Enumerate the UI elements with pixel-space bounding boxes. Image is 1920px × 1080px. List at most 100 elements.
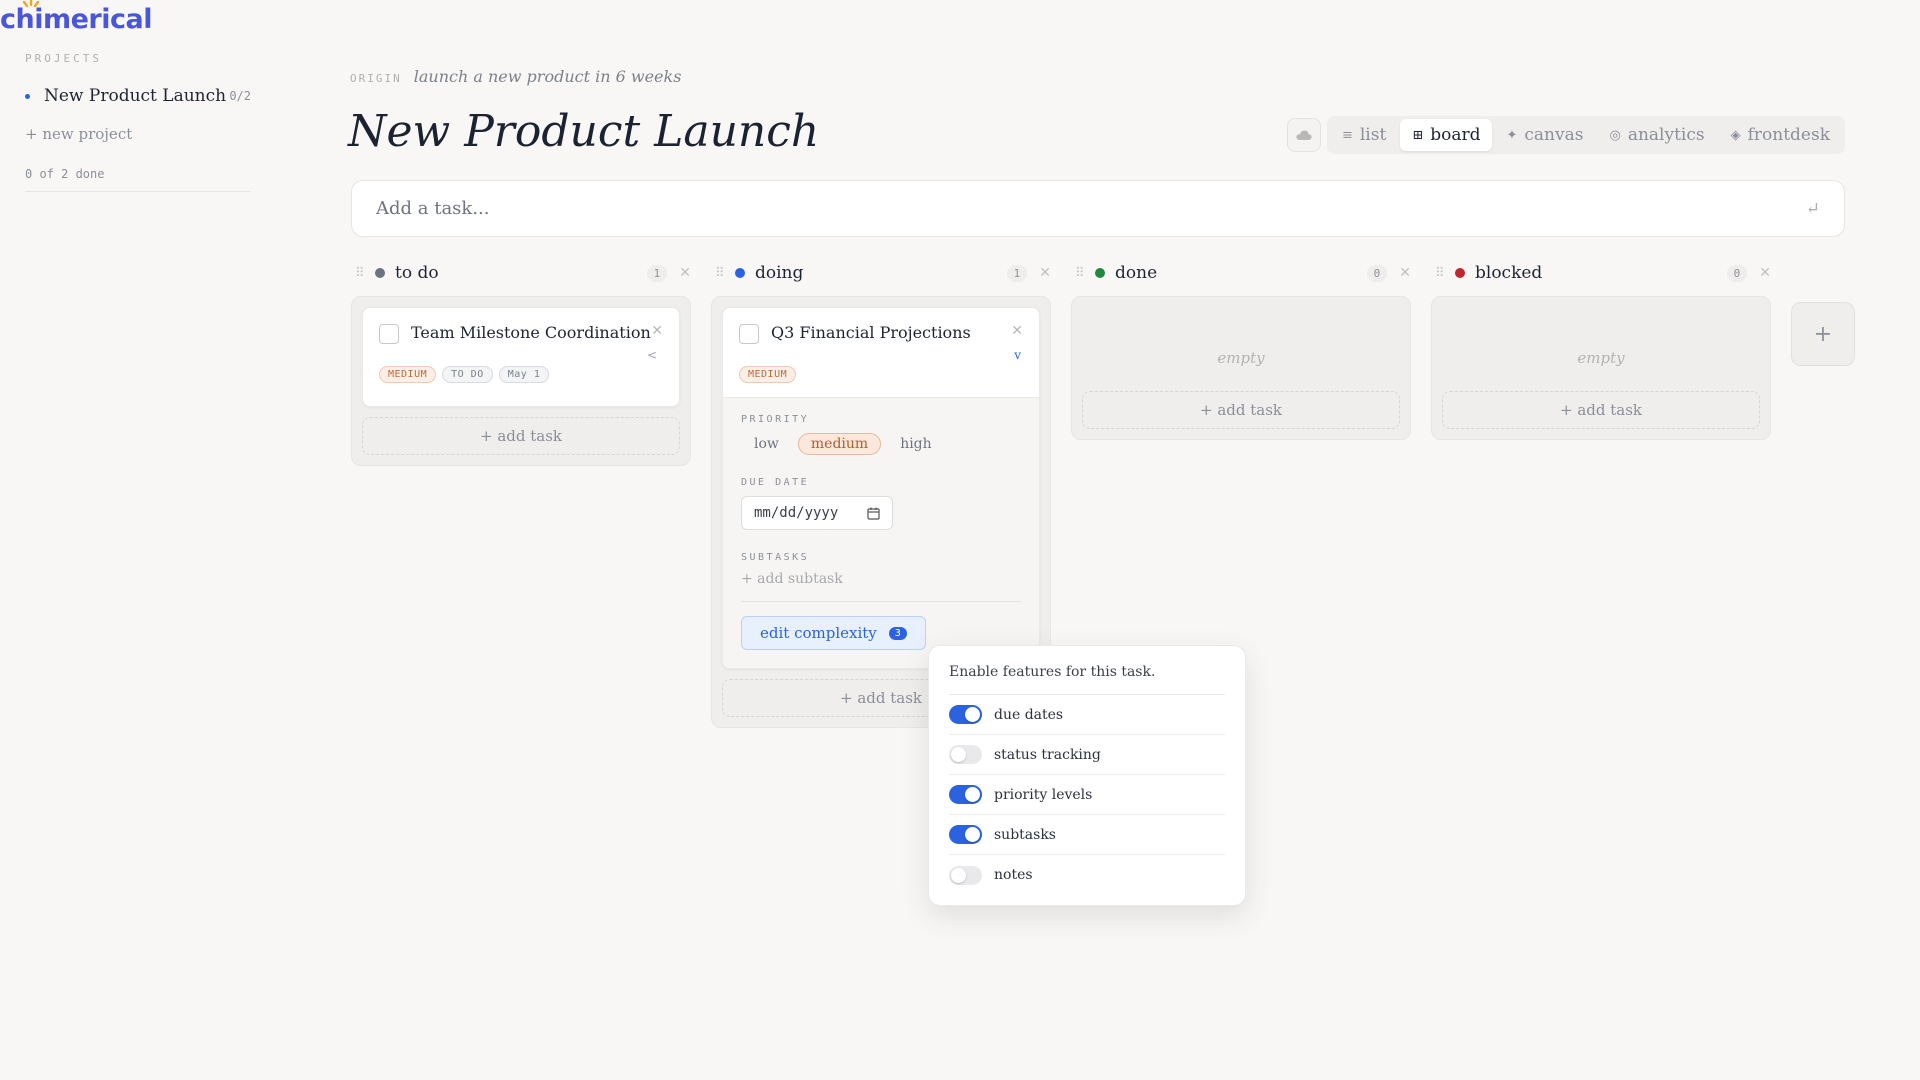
- feature-label: due dates: [994, 706, 1064, 723]
- feature-row-due-dates[interactable]: due dates: [949, 695, 1225, 735]
- origin-label: ORIGIN: [350, 72, 402, 85]
- feature-popover: Enable features for this task. due dates…: [928, 645, 1246, 906]
- status-dot-icon: [1455, 268, 1465, 278]
- collapse-toggle-icon[interactable]: <: [363, 344, 679, 366]
- view-switcher: ≡ list ⊞ board ✦ canvas ◎ analytics ◈ fr…: [1286, 116, 1845, 154]
- subtasks-label: SUBTASKS: [741, 552, 810, 563]
- column-count: 1: [1006, 264, 1028, 282]
- divider: [741, 601, 1021, 602]
- priority-selector: low medium high: [741, 433, 1021, 455]
- add-column-button[interactable]: +: [1791, 302, 1855, 366]
- priority-medium[interactable]: medium: [797, 433, 882, 455]
- edit-complexity-button[interactable]: edit complexity 3: [741, 616, 926, 650]
- close-icon[interactable]: ✕: [1759, 265, 1771, 281]
- tab-list[interactable]: ≡ list: [1330, 119, 1398, 151]
- tab-board[interactable]: ⊞ board: [1400, 119, 1493, 151]
- view-tabs: ≡ list ⊞ board ✦ canvas ◎ analytics ◈ fr…: [1326, 116, 1845, 154]
- cloud-sync-button[interactable]: [1286, 118, 1321, 152]
- origin: ORIGIN launch a new product in 6 weeks: [350, 67, 681, 86]
- feature-label: status tracking: [994, 746, 1101, 763]
- page-title: New Product Launch: [348, 106, 820, 157]
- sun-icon: [22, 0, 40, 8]
- task-card-expanded[interactable]: Q3 Financial Projections ✕ v MEDIUM PRIO…: [722, 307, 1040, 669]
- priority-tag: MEDIUM: [739, 366, 797, 383]
- projects-heading: PROJECTS: [25, 52, 102, 65]
- project-name: New Product Launch: [44, 86, 227, 106]
- drag-handle-icon[interactable]: ⠿: [715, 266, 735, 281]
- feature-toggle[interactable]: [949, 705, 982, 724]
- task-title: Team Milestone Coordination: [411, 323, 651, 342]
- close-icon[interactable]: ✕: [1039, 265, 1051, 281]
- feature-row-notes[interactable]: notes: [949, 855, 1225, 895]
- due-date-tag: May 1: [498, 366, 550, 383]
- column-header-doing: ⠿ doing 1 ✕: [715, 260, 1051, 286]
- delete-task-icon[interactable]: ✕: [651, 322, 663, 340]
- sidebar: PROJECTS New Product Launch 0/2 + new pr…: [25, 52, 251, 192]
- feature-toggle[interactable]: [949, 785, 982, 804]
- date-placeholder: mm/dd/yyyy: [754, 505, 839, 521]
- due-date-label: DUE DATE: [741, 477, 810, 488]
- tab-label: canvas: [1524, 125, 1584, 145]
- feature-row-status-tracking[interactable]: status tracking: [949, 735, 1225, 775]
- feature-row-priority-levels[interactable]: priority levels: [949, 775, 1225, 815]
- priority-low[interactable]: low: [741, 433, 792, 455]
- column-header-todo: ⠿ to do 1 ✕: [355, 260, 691, 286]
- delete-task-icon[interactable]: ✕: [1011, 322, 1023, 340]
- column-count: 1: [646, 264, 668, 282]
- add-subtask-button[interactable]: + add subtask: [741, 571, 1021, 587]
- origin-text: launch a new product in 6 weeks: [413, 67, 682, 86]
- feature-toggle[interactable]: [949, 745, 982, 764]
- cloud-icon: [1296, 130, 1312, 140]
- tab-label: analytics: [1627, 125, 1705, 145]
- priority-label: PRIORITY: [741, 414, 810, 425]
- close-icon[interactable]: ✕: [679, 265, 691, 281]
- priority-high[interactable]: high: [887, 433, 944, 455]
- enter-icon[interactable]: ↵: [1806, 199, 1820, 219]
- add-task-input[interactable]: [376, 198, 1806, 219]
- drag-handle-icon[interactable]: ⠿: [355, 266, 375, 281]
- sidebar-item-project[interactable]: New Product Launch 0/2: [25, 84, 251, 108]
- feature-label: subtasks: [994, 826, 1056, 843]
- add-task-button[interactable]: + add task: [1082, 391, 1400, 429]
- status-dot-icon: [735, 268, 745, 278]
- complexity-label: edit complexity: [760, 624, 877, 642]
- feature-toggle[interactable]: [949, 825, 982, 844]
- feature-toggle[interactable]: [949, 865, 982, 885]
- status-tag: TO DO: [442, 366, 493, 383]
- task-details: PRIORITY low medium high DUE DATE mm/dd/…: [723, 397, 1039, 668]
- column-header-blocked: ⠿ blocked 0 ✕: [1435, 260, 1771, 286]
- close-icon[interactable]: ✕: [1399, 265, 1411, 281]
- priority-tag: MEDIUM: [379, 366, 437, 383]
- add-task-button[interactable]: + add task: [362, 417, 680, 455]
- column-title: done: [1115, 263, 1158, 283]
- tab-label: board: [1430, 125, 1481, 145]
- tab-analytics[interactable]: ◎ analytics: [1597, 119, 1716, 151]
- column-title: to do: [395, 263, 439, 283]
- feature-label: priority levels: [994, 786, 1093, 803]
- tab-label: list: [1359, 125, 1387, 145]
- column-header-done: ⠿ done 0 ✕: [1075, 260, 1411, 286]
- drag-handle-icon[interactable]: ⠿: [1075, 266, 1095, 281]
- calendar-icon[interactable]: [867, 507, 880, 520]
- task-checkbox[interactable]: [379, 324, 399, 344]
- column-done: empty + add task: [1071, 296, 1411, 440]
- list-icon: ≡: [1341, 127, 1353, 143]
- column-blocked: empty + add task: [1431, 296, 1771, 440]
- new-project-button[interactable]: + new project: [25, 125, 251, 143]
- empty-label: empty: [1577, 349, 1625, 367]
- expand-toggle-icon[interactable]: v: [723, 344, 1039, 366]
- app-logo[interactable]: chimerical: [0, 0, 152, 40]
- status-dot-icon: [1095, 268, 1105, 278]
- active-dot-icon: [25, 93, 30, 99]
- tab-canvas[interactable]: ✦ canvas: [1494, 119, 1595, 151]
- task-card[interactable]: Team Milestone Coordination ✕ < MEDIUM T…: [362, 307, 680, 407]
- column-todo: Team Milestone Coordination ✕ < MEDIUM T…: [351, 296, 691, 466]
- add-task-bar: ↵: [351, 180, 1845, 237]
- task-checkbox[interactable]: [739, 324, 759, 344]
- feature-row-subtasks[interactable]: subtasks: [949, 815, 1225, 855]
- tab-frontdesk[interactable]: ◈ frontdesk: [1719, 119, 1842, 151]
- empty-label: empty: [1217, 349, 1265, 367]
- due-date-input[interactable]: mm/dd/yyyy: [741, 496, 893, 530]
- drag-handle-icon[interactable]: ⠿: [1435, 266, 1455, 281]
- add-task-button[interactable]: + add task: [1442, 391, 1760, 429]
